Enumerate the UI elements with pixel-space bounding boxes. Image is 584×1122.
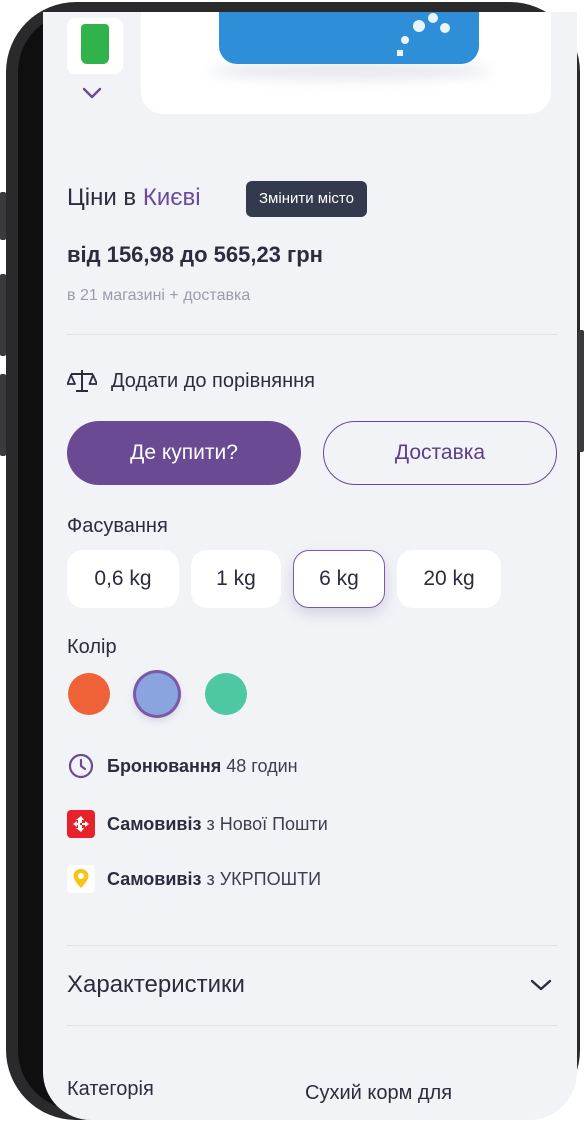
city-name: Києві — [142, 184, 201, 211]
divider — [67, 1025, 557, 1026]
service-detail: 48 годин — [226, 755, 298, 776]
specs-title: Характеристики — [67, 971, 245, 998]
photo-shadow — [211, 62, 491, 80]
app-screen: Ціни в Києві Змінити місто від 156,98 до… — [43, 12, 577, 1120]
product-bag-image — [219, 12, 479, 64]
prices-heading: Ціни в Києві — [67, 184, 201, 212]
divider — [67, 945, 557, 946]
service-ukrposhta: Самовивіз з УКРПОШТИ — [67, 864, 321, 894]
pack-option-6kg-selected[interactable]: 6 kg — [293, 550, 385, 608]
color-swatch-orange[interactable] — [68, 673, 110, 715]
specs-accordion[interactable]: Характеристики — [67, 967, 557, 1003]
product-thumbnail[interactable] — [67, 18, 123, 74]
change-city-button[interactable]: Змінити місто — [246, 181, 367, 217]
shops-count: в 21 магазині + доставка — [67, 287, 251, 304]
phone-volume-up-button — [0, 274, 6, 356]
gallery-expand-chevron-down-icon[interactable] — [81, 86, 103, 100]
compare-label: Додати до порівняння — [111, 369, 315, 392]
product-photo[interactable] — [141, 12, 551, 114]
category-value: Сухий корм для — [305, 1082, 453, 1104]
phone-volume-down-button — [0, 374, 6, 456]
phone-bezel: Ціни в Києві Змінити місто від 156,98 до… — [18, 12, 577, 1120]
color-swatch-blue-selected[interactable] — [136, 673, 178, 715]
phone-side-button — [0, 192, 6, 240]
prices-prefix: Ціни в — [67, 184, 137, 211]
scales-icon — [67, 370, 97, 392]
chevron-down-icon — [530, 979, 552, 991]
phone-power-button — [578, 330, 584, 452]
clock-icon — [67, 752, 95, 780]
pack-option-1kg[interactable]: 1 kg — [191, 550, 281, 608]
thumbnail-bag-image — [81, 24, 109, 64]
divider — [67, 334, 557, 335]
service-strong: Бронювання — [107, 755, 222, 776]
where-to-buy-button[interactable]: Де купити? — [67, 421, 301, 485]
pack-option-0-6kg[interactable]: 0,6 kg — [67, 550, 179, 608]
add-to-compare-button[interactable]: Додати до порівняння — [67, 365, 315, 397]
delivery-button[interactable]: Доставка — [323, 421, 557, 485]
service-reservation: Бронювання 48 годин — [67, 751, 298, 781]
price-range: від 156,98 до 565,23 грн — [67, 242, 323, 267]
packaging-title: Фасування — [67, 515, 168, 537]
service-nova-poshta: Самовивіз з Нової Пошти — [67, 809, 328, 839]
category-label: Категорія — [67, 1078, 154, 1100]
service-strong: Самовивіз — [107, 813, 202, 834]
service-strong: Самовивіз — [107, 868, 202, 889]
pack-option-20kg[interactable]: 20 kg — [397, 550, 501, 608]
paw-print-icon — [397, 13, 450, 56]
phone-frame: Ціни в Києві Змінити місто від 156,98 до… — [0, 2, 584, 1120]
nova-poshta-icon — [67, 810, 95, 838]
color-title: Колір — [67, 636, 117, 658]
service-detail: з УКРПОШТИ — [206, 868, 322, 889]
color-swatch-green[interactable] — [205, 673, 247, 715]
ukrposhta-icon — [67, 865, 95, 893]
service-detail: з Нової Пошти — [206, 813, 328, 834]
